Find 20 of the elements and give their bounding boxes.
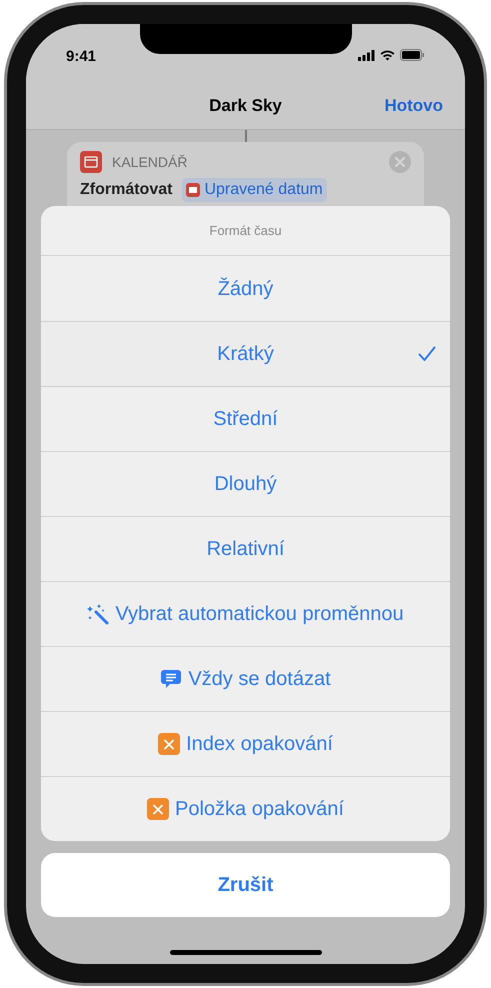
chat-bubble-icon [160,668,182,690]
close-icon[interactable] [389,151,411,173]
card-category: KALENDÁŘ [112,152,188,172]
checkmark-icon [418,346,436,362]
variable-icon [146,798,169,820]
variable-icon [158,733,180,755]
battery-icon [400,49,425,61]
calendar-icon [80,151,102,173]
signal-icon [358,50,375,60]
cancel-button[interactable]: Zrušit [41,853,450,917]
wifi-icon [380,50,395,60]
calendar-icon [186,183,200,197]
status-time: 9:41 [66,47,96,67]
variable-token[interactable]: Upravené datum [182,178,327,202]
done-button[interactable]: Hotovo [384,92,443,118]
sheet-option[interactable]: Položka opakování [41,776,450,841]
nav-title: Dark Sky [209,94,282,117]
magic-wand-icon [87,603,110,625]
sheet-title: Formát času [209,222,282,240]
action-label: Zformátovat [80,180,172,200]
